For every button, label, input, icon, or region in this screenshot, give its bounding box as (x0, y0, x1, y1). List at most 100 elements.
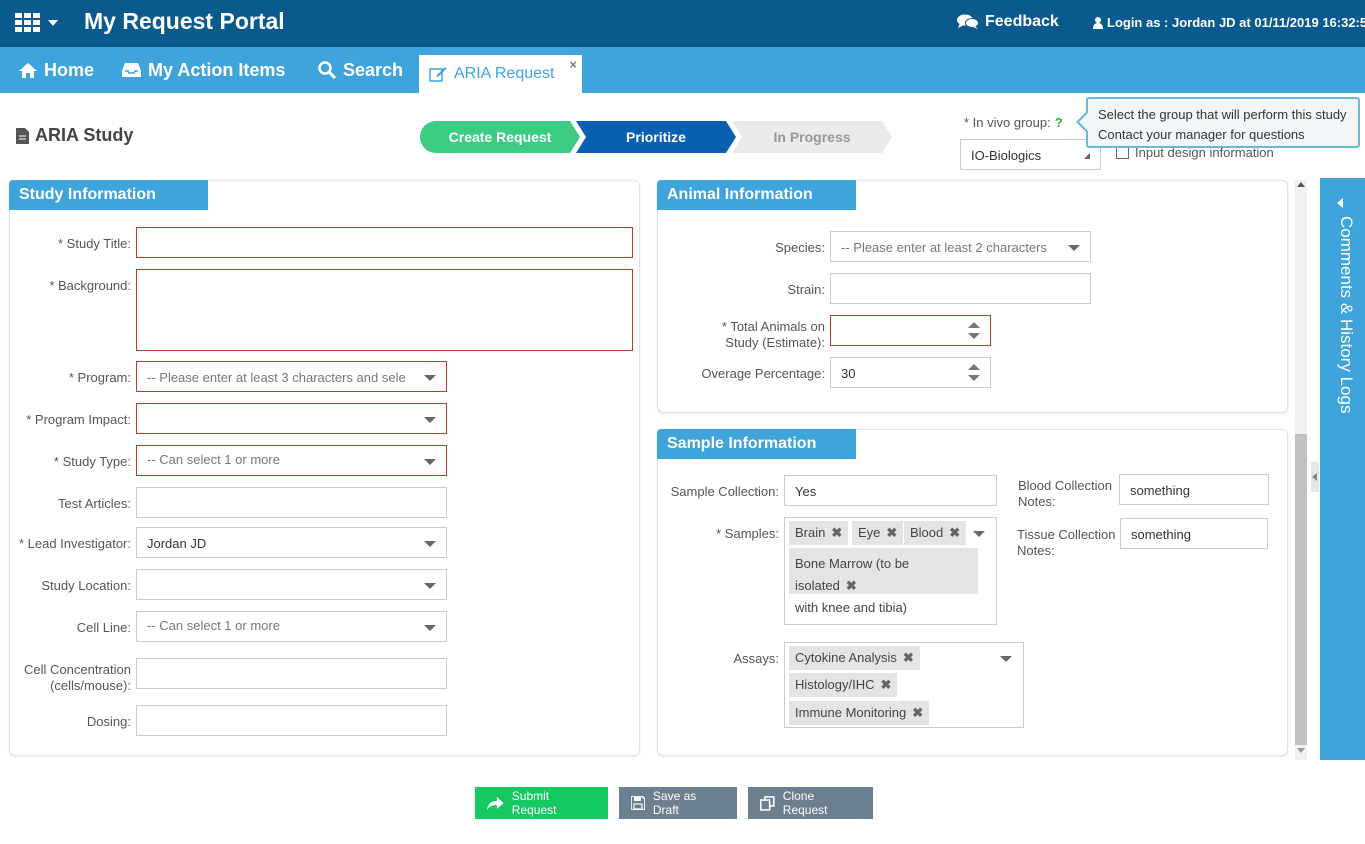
sample-tag: Bone Marrow (to be isolated ✖ with knee a… (789, 548, 978, 615)
nav-home[interactable]: Home (19, 47, 94, 93)
samples-label: * Samples: (716, 526, 779, 541)
tooltip-line-1: Select the group that will perform this … (1098, 107, 1347, 122)
search-icon (318, 61, 336, 79)
tissue-notes-label-line2: Notes: (1017, 543, 1055, 558)
user-icon (1093, 16, 1103, 29)
chevron-down-icon[interactable] (1000, 656, 1012, 662)
spinner-icon[interactable] (968, 364, 980, 382)
scroll-up-icon[interactable] (1297, 182, 1305, 187)
cell-line-select[interactable]: -- Can select 1 or more (136, 611, 447, 642)
tab-aria-request[interactable]: ARIA Request × (419, 55, 582, 93)
overage-input[interactable]: 30 (830, 357, 991, 388)
cell-concentration-label-line1: Cell Concentration (24, 662, 131, 677)
dosing-label: Dosing: (86, 714, 131, 729)
chevron-down-icon[interactable] (973, 531, 985, 537)
study-information-heading: Study Information (9, 180, 208, 210)
close-tab-icon[interactable]: × (569, 57, 577, 72)
sample-collection-label: Sample Collection: (670, 484, 779, 499)
remove-tag-icon[interactable]: ✖ (846, 578, 857, 593)
tissue-collection-notes-input[interactable]: something (1120, 518, 1268, 549)
blood-collection-notes-label: Blood Collection Notes: (1000, 478, 1113, 510)
feedback-link[interactable]: Feedback (957, 13, 1059, 31)
lead-investigator-select[interactable]: Jordan JD (136, 527, 447, 558)
program-select[interactable]: -- Please enter at least 3 characters an… (136, 361, 447, 392)
lead-investigator-label: * Lead Investigator: (18, 536, 131, 551)
study-title-input[interactable] (136, 227, 633, 258)
tooltip-line-2: Contact your manager for questions (1098, 127, 1305, 142)
login-info: Login as : Jordan JD at 01/11/2019 16:32… (1093, 15, 1365, 30)
edit-icon (429, 67, 447, 82)
invivo-group-select[interactable]: IO-Biologics ◢ (960, 139, 1101, 170)
spinner-icon[interactable] (968, 322, 980, 340)
overage-label: Overage Percentage: (701, 366, 825, 381)
assay-tag: Histology/IHC ✖ (789, 673, 898, 697)
tissue-collection-notes-label: Tissue Collection Notes: (1000, 527, 1120, 559)
home-icon (19, 62, 37, 78)
remove-tag-icon[interactable]: ✖ (831, 525, 842, 540)
sample-tag: Brain ✖ (789, 521, 849, 545)
assays-label: Assays: (733, 651, 779, 666)
invivo-group-value: IO-Biologics (971, 148, 1042, 163)
step-prioritize[interactable]: Prioritize (576, 121, 736, 153)
submit-request-button[interactable]: Submit Request (475, 787, 608, 819)
nav-action-items[interactable]: My Action Items (122, 47, 285, 93)
study-type-select[interactable]: -- Can select 1 or more (136, 445, 447, 476)
test-articles-input[interactable] (136, 487, 447, 518)
scroll-down-icon[interactable] (1297, 748, 1305, 753)
cell-concentration-input[interactable] (136, 658, 447, 689)
dosing-input[interactable] (136, 705, 447, 736)
chevron-down-icon[interactable] (48, 20, 58, 26)
invivo-label-text: * In vivo group: (964, 115, 1051, 130)
chevron-down-icon (424, 583, 436, 589)
study-type-placeholder: -- Can select 1 or more (147, 452, 280, 467)
apps-grid-icon[interactable] (15, 13, 41, 33)
tab-label: ARIA Request (454, 65, 555, 82)
remove-tag-icon[interactable]: ✖ (880, 677, 891, 692)
page-title-text: ARIA Study (35, 125, 134, 145)
nav-search[interactable]: Search (318, 47, 403, 93)
assay-tag-label: Immune Monitoring (795, 705, 907, 720)
remove-tag-icon[interactable]: ✖ (949, 525, 960, 540)
background-textarea[interactable] (136, 269, 633, 351)
sample-tag-label: Eye (858, 525, 881, 540)
scrollbar-thumb[interactable] (1295, 434, 1307, 745)
sample-tag: Eye ✖ (852, 521, 904, 545)
nav-bar: Home My Action Items Search (0, 47, 1365, 93)
total-animals-input[interactable] (830, 315, 991, 346)
sample-collection-input[interactable]: Yes (784, 475, 997, 506)
lead-investigator-value: Jordan JD (147, 536, 207, 551)
chevron-down-icon (424, 459, 436, 465)
sample-information-heading: Sample Information (657, 429, 856, 459)
blood-collection-notes-input[interactable]: something (1119, 474, 1269, 505)
remove-tag-icon[interactable]: ✖ (886, 525, 897, 540)
animal-information-heading: Animal Information (657, 180, 856, 210)
help-icon[interactable]: ? (1055, 115, 1063, 130)
clone-request-button[interactable]: Clone Request (748, 787, 873, 819)
program-impact-select[interactable] (136, 403, 447, 434)
clone-request-label: Clone Request (782, 789, 828, 817)
nav-search-label: Search (343, 59, 404, 80)
total-animals-label-line1: * Total Animals on (721, 319, 825, 334)
sample-tag-label: Brain (795, 525, 826, 540)
study-location-select[interactable] (136, 569, 447, 600)
sidebar-collapse-handle[interactable] (1311, 462, 1319, 492)
page-title: ARIA Study (16, 125, 133, 146)
program-label: * Program: (68, 370, 131, 385)
background-label: * Background: (49, 278, 131, 293)
comments-history-sidebar[interactable]: Comments & History Logs (1320, 178, 1365, 760)
species-select[interactable]: -- Please enter at least 2 characters (830, 231, 1091, 262)
program-impact-label: * Program Impact: (26, 412, 131, 427)
remove-tag-icon[interactable]: ✖ (903, 650, 914, 665)
total-animals-label-line2: Study (Estimate): (725, 335, 825, 350)
strain-input[interactable] (830, 273, 1091, 304)
save-draft-button[interactable]: Save as Draft (619, 787, 737, 819)
overage-value: 30 (841, 366, 856, 381)
remove-tag-icon[interactable]: ✖ (912, 705, 923, 720)
step-create-request[interactable]: Create Request (420, 121, 580, 153)
step-in-progress[interactable]: In Progress (732, 121, 892, 153)
select-arrow-icon: ◢ (1083, 151, 1090, 160)
total-animals-label: * Total Animals on Study (Estimate): (670, 319, 825, 351)
assay-tag: Immune Monitoring ✖ (789, 701, 930, 725)
cell-concentration-label: Cell Concentration (cells/mouse): (12, 662, 131, 694)
blood-notes-label-line2: Notes: (1018, 494, 1056, 509)
